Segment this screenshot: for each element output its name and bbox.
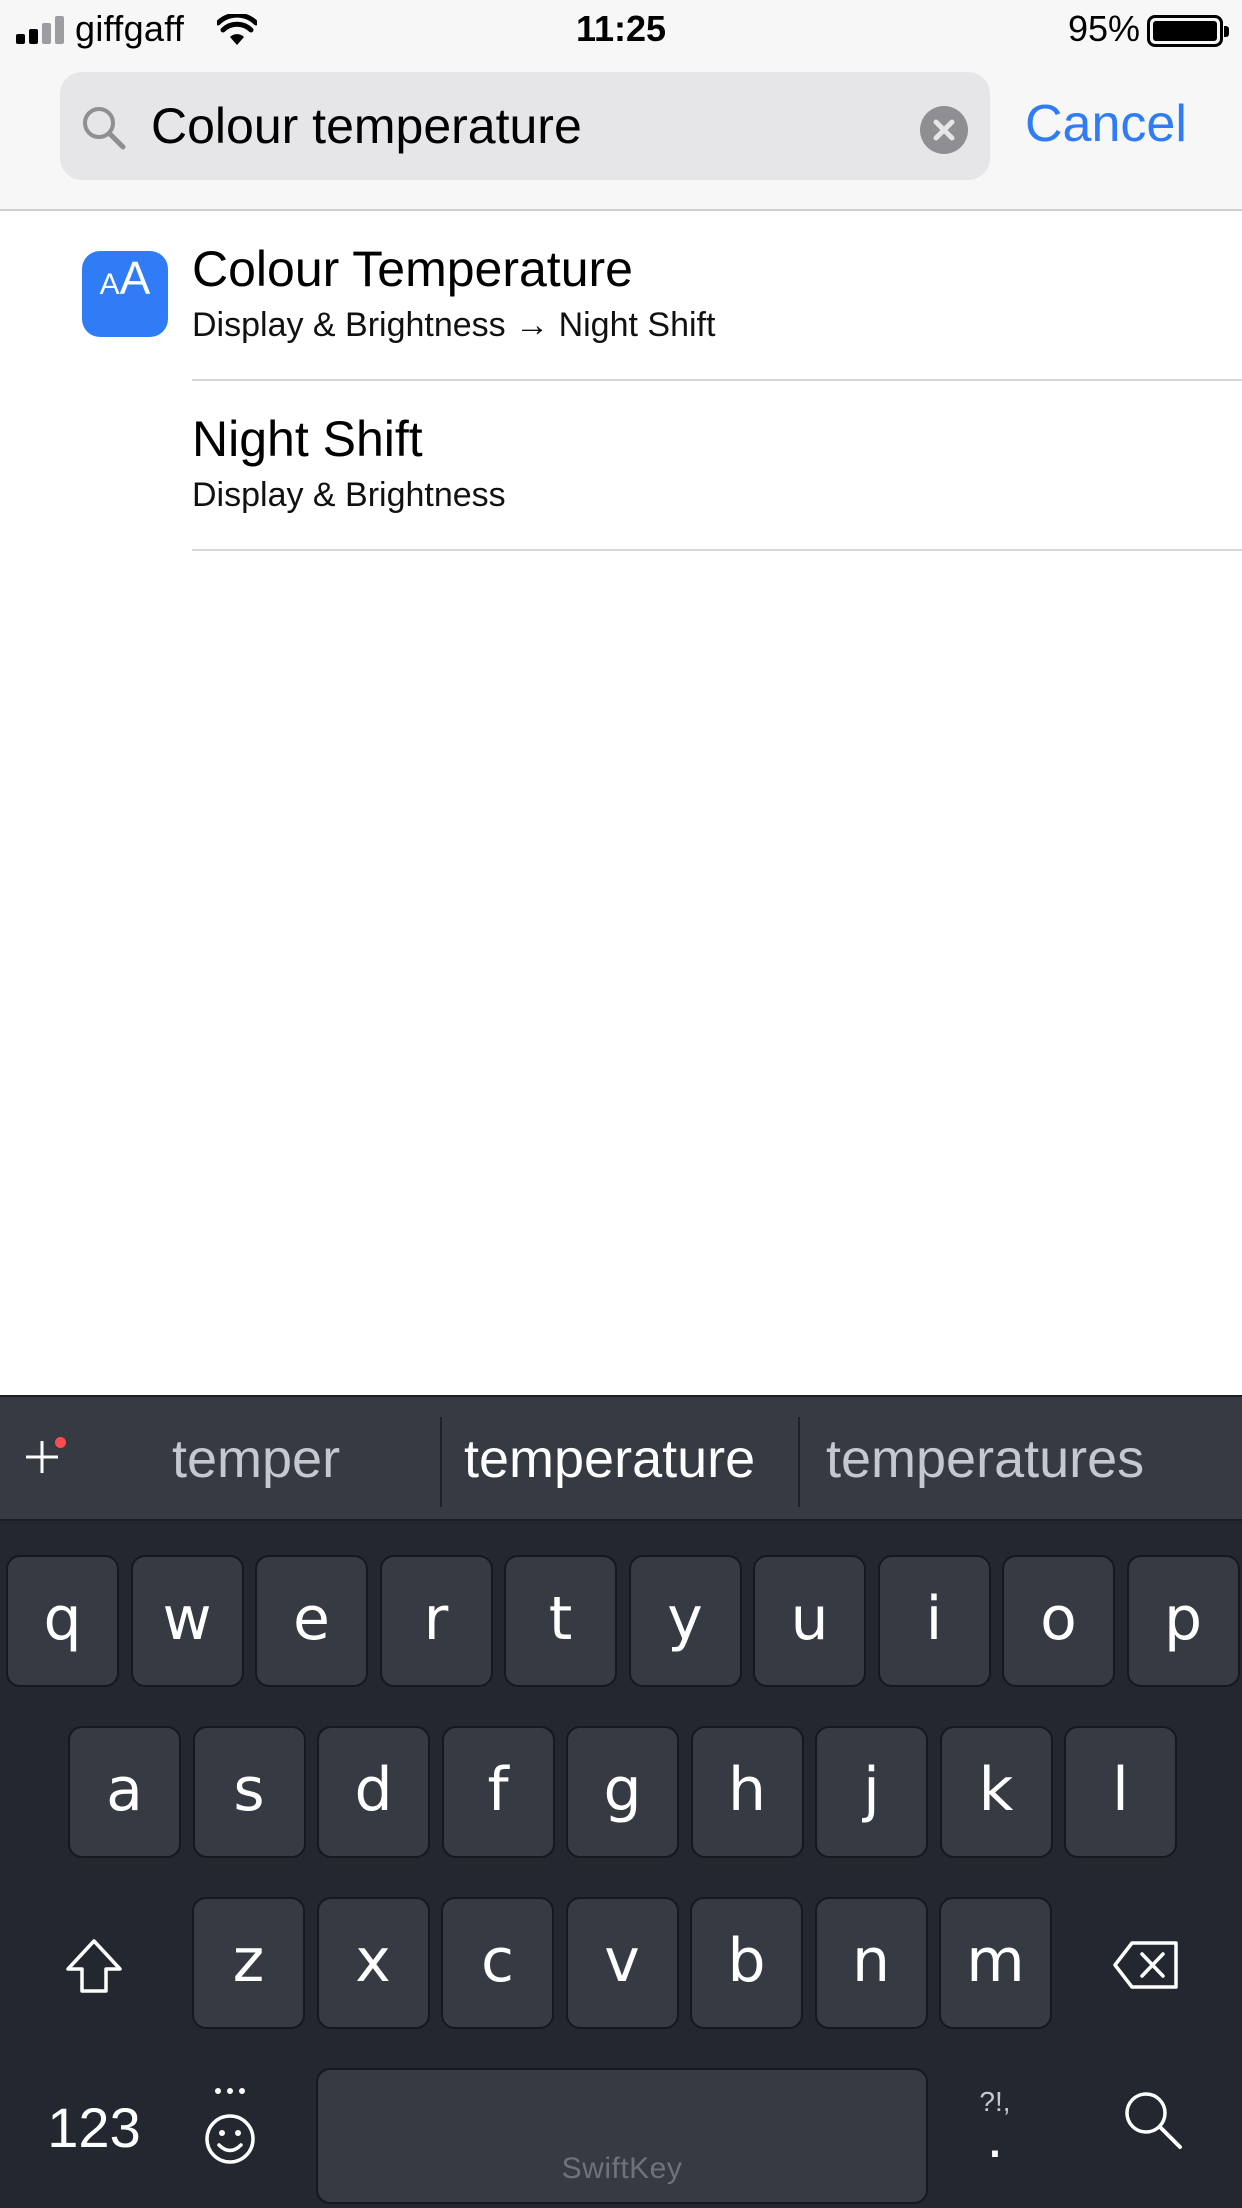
key-o[interactable]: o	[1002, 1555, 1115, 1687]
search-query-text[interactable]: Colour temperature	[151, 96, 582, 156]
key-f[interactable]: f	[441, 1726, 555, 1858]
result-title: Colour Temperature	[192, 241, 633, 297]
key-x[interactable]: x	[316, 1897, 430, 2029]
prediction-left[interactable]: temper	[172, 1427, 340, 1491]
battery-percentage: 95%	[1067, 8, 1140, 49]
period-key[interactable]: .	[960, 2105, 1030, 2169]
prediction-separator	[798, 1417, 800, 1507]
key-v[interactable]: v	[565, 1897, 679, 2029]
battery-icon	[1147, 15, 1229, 47]
key-y[interactable]: y	[628, 1555, 742, 1687]
search-input[interactable]: Colour temperature	[60, 72, 990, 180]
numbers-key[interactable]: 123	[36, 2093, 152, 2163]
prediction-separator	[440, 1417, 442, 1507]
prediction-right[interactable]: temperatures	[826, 1427, 1144, 1491]
key-u[interactable]: u	[753, 1555, 866, 1687]
shift-icon[interactable]	[62, 1935, 126, 1999]
key-c[interactable]: c	[441, 1897, 554, 2029]
text-size-icon: AA	[82, 251, 168, 337]
key-m[interactable]: m	[939, 1897, 1052, 2029]
key-n[interactable]: n	[814, 1897, 928, 2029]
search-header: Colour temperature Cancel	[0, 62, 1242, 211]
search-result-colour-temperature[interactable]: AA Colour Temperature Display & Brightne…	[0, 211, 1242, 381]
key-l[interactable]: l	[1064, 1726, 1177, 1858]
result-divider	[192, 549, 1242, 551]
key-a[interactable]: a	[68, 1726, 181, 1858]
keyboard-brand-label: SwiftKey	[561, 2152, 683, 2185]
keyboard-search-icon[interactable]	[1120, 2087, 1184, 2151]
prediction-center[interactable]: temperature	[464, 1427, 755, 1491]
search-result-night-shift[interactable]: Night Shift Display & Brightness	[0, 381, 1242, 551]
prediction-bar: temper temperature temperatures	[0, 1395, 1242, 1521]
key-t[interactable]: t	[504, 1555, 617, 1687]
backspace-icon[interactable]	[1112, 1939, 1180, 1991]
key-d[interactable]: d	[317, 1726, 430, 1858]
clear-search-icon[interactable]	[920, 106, 968, 154]
result-subtitle: Display & Brightness → Night Shift	[192, 306, 716, 344]
key-e[interactable]: e	[255, 1555, 368, 1687]
key-z[interactable]: z	[192, 1897, 305, 2029]
key-r[interactable]: r	[379, 1555, 493, 1687]
key-q[interactable]: q	[6, 1555, 119, 1687]
status-time: 11:25	[575, 8, 667, 49]
key-k[interactable]: k	[939, 1726, 1053, 1858]
key-j[interactable]: j	[815, 1726, 928, 1858]
cancel-button[interactable]: Cancel	[1025, 94, 1187, 154]
key-w[interactable]: w	[130, 1555, 244, 1687]
space-bar[interactable]: SwiftKey	[316, 2068, 928, 2204]
key-s[interactable]: s	[192, 1726, 306, 1858]
result-title: Night Shift	[192, 411, 423, 467]
key-i[interactable]: i	[877, 1555, 991, 1687]
key-p[interactable]: p	[1126, 1555, 1240, 1687]
keyboard: temper temperature temperatures qwertyui…	[0, 1395, 1242, 2208]
search-icon	[83, 107, 126, 150]
result-subtitle: Display & Brightness	[192, 476, 506, 514]
emoji-icon[interactable]	[200, 2085, 260, 2169]
key-b[interactable]: b	[690, 1897, 803, 2029]
notification-dot	[55, 1437, 66, 1448]
key-h[interactable]: h	[690, 1726, 804, 1858]
key-g[interactable]: g	[566, 1726, 679, 1858]
status-bar: giffgaff 11:25 95%	[0, 0, 1242, 62]
